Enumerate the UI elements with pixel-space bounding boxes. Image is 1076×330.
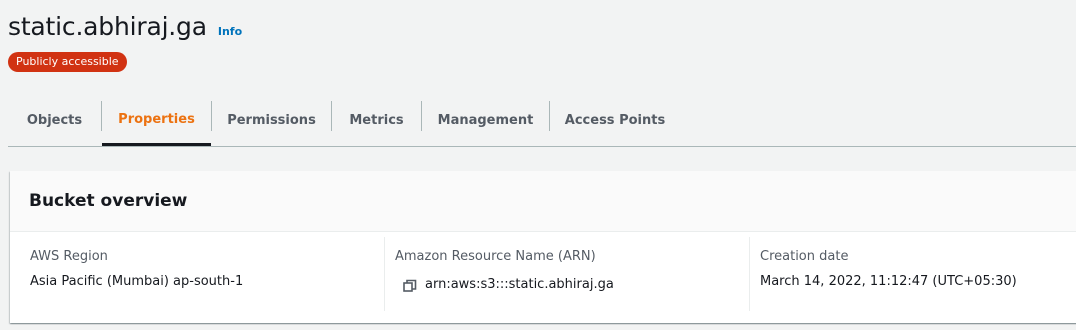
arn-row: arn:aws:s3:::static.abhiraj.ga — [403, 277, 614, 292]
tab-permissions[interactable]: Permissions — [212, 95, 331, 146]
page-title: static.abhiraj.ga — [8, 12, 207, 41]
creation-column: Creation date March 14, 2022, 11:12:47 (… — [750, 237, 1076, 311]
arn-value: arn:aws:s3:::static.abhiraj.ga — [425, 277, 614, 292]
copy-icon[interactable] — [403, 278, 417, 292]
status-badge: Publicly accessible — [8, 52, 127, 72]
tab-access-points[interactable]: Access Points — [550, 95, 680, 146]
tab-bar: Objects Properties Permissions Metrics M… — [8, 95, 1076, 147]
arn-label: Amazon Resource Name (ARN) — [395, 249, 596, 264]
bucket-details-page: static.abhiraj.ga Info Publicly accessib… — [0, 0, 1076, 330]
arn-column: Amazon Resource Name (ARN) arn:aws:s3:::… — [385, 237, 749, 311]
info-link[interactable]: Info — [218, 25, 242, 38]
tab-objects[interactable]: Objects — [8, 95, 101, 146]
region-column: AWS Region Asia Pacific (Mumbai) ap-sout… — [20, 237, 384, 311]
creation-value: March 14, 2022, 11:12:47 (UTC+05:30) — [760, 274, 1017, 289]
region-label: AWS Region — [30, 249, 108, 264]
creation-label: Creation date — [760, 249, 849, 264]
card-title: Bucket overview — [29, 191, 188, 211]
bucket-overview-card: Bucket overview AWS Region Asia Pacific … — [10, 171, 1076, 323]
title-row: static.abhiraj.ga Info — [8, 12, 242, 41]
card-header: Bucket overview — [10, 171, 1076, 232]
tab-management[interactable]: Management — [422, 95, 549, 146]
tab-properties[interactable]: Properties — [102, 95, 211, 146]
region-value: Asia Pacific (Mumbai) ap-south-1 — [30, 274, 244, 289]
tab-metrics[interactable]: Metrics — [332, 95, 421, 146]
